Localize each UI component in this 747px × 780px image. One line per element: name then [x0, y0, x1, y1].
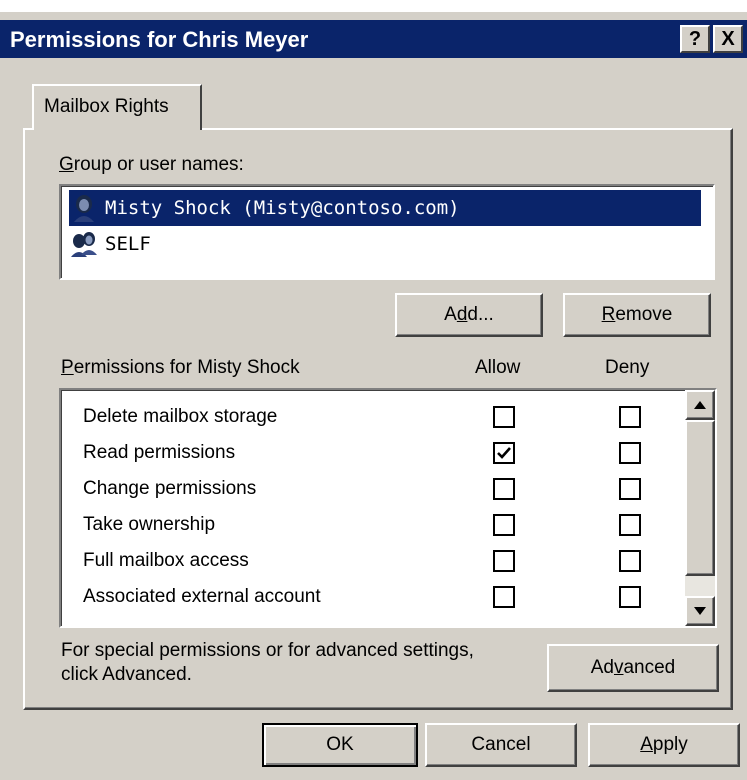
arrow-up-icon — [694, 401, 706, 409]
permissions-header: Permissions for Misty Shock — [61, 357, 300, 378]
deny-checkbox[interactable] — [619, 406, 641, 428]
allow-checkbox[interactable] — [493, 514, 515, 536]
permissions-list[interactable]: Delete mailbox storage Read permissions … — [59, 388, 717, 628]
allow-checkbox[interactable] — [493, 478, 515, 500]
remove-button[interactable]: Remove — [563, 293, 711, 337]
allow-checkbox[interactable] — [493, 586, 515, 608]
user-item-label: Misty Shock (Misty@contoso.com) — [105, 197, 460, 219]
deny-checkbox[interactable] — [619, 442, 641, 464]
permission-label: Delete mailbox storage — [83, 406, 278, 427]
tab-panel: Group or user names: Misty Shock (Misty@… — [23, 128, 733, 710]
apply-button[interactable]: Apply — [588, 723, 740, 767]
tab-label: Mailbox Rights — [44, 96, 169, 117]
scroll-up-button[interactable] — [685, 390, 715, 420]
permission-row: Full mailbox access — [83, 544, 683, 580]
deny-checkbox[interactable] — [619, 586, 641, 608]
allow-checkbox[interactable] — [493, 442, 515, 464]
permissions-dialog: Permissions for Chris Meyer ? X Mailbox … — [0, 12, 747, 780]
deny-checkbox[interactable] — [619, 514, 641, 536]
user-icon — [74, 195, 94, 222]
vertical-scrollbar[interactable] — [685, 390, 715, 626]
arrow-down-icon — [694, 607, 706, 615]
special-permissions-note-line2: click Advanced. — [61, 664, 192, 685]
permission-row: Take ownership — [83, 508, 683, 544]
cancel-button[interactable]: Cancel — [425, 723, 577, 767]
user-list[interactable]: Misty Shock (Misty@contoso.com) SELF — [59, 184, 715, 280]
permission-label: Full mailbox access — [83, 550, 249, 571]
help-button[interactable]: ? — [680, 25, 710, 53]
scroll-down-button[interactable] — [685, 596, 715, 626]
user-item-label: SELF — [105, 233, 151, 255]
deny-column-header: Deny — [605, 357, 650, 378]
permission-row: Associated external account — [83, 580, 683, 616]
window-title: Permissions for Chris Meyer — [10, 27, 309, 52]
allow-column-header: Allow — [475, 357, 521, 378]
help-icon: ? — [688, 27, 702, 50]
scroll-thumb[interactable] — [685, 420, 715, 576]
permission-row: Delete mailbox storage — [83, 400, 683, 436]
users-label: Group or user names: — [59, 154, 244, 175]
allow-checkbox[interactable] — [493, 550, 515, 572]
close-button[interactable]: X — [713, 25, 743, 53]
deny-checkbox[interactable] — [619, 550, 641, 572]
close-icon: X — [721, 27, 735, 50]
title-bar: Permissions for Chris Meyer ? X — [0, 20, 747, 58]
tab-mailbox-rights[interactable]: Mailbox Rights — [32, 84, 202, 130]
special-permissions-note: For special permissions or for advanced … — [61, 640, 474, 661]
permission-label: Take ownership — [83, 514, 216, 535]
permission-label: Associated external account — [83, 586, 321, 607]
ok-button[interactable]: OK — [262, 723, 418, 767]
user-item-self[interactable]: SELF — [69, 226, 151, 262]
permission-label: Change permissions — [83, 478, 257, 499]
advanced-button[interactable]: Ad v anced — [547, 644, 719, 692]
permission-row: Read permissions — [83, 436, 683, 472]
user-item-misty-shock[interactable]: Misty Shock (Misty@contoso.com) — [69, 190, 701, 226]
allow-checkbox[interactable] — [493, 406, 515, 428]
deny-checkbox[interactable] — [619, 478, 641, 500]
permission-row: Change permissions — [83, 472, 683, 508]
permission-label: Read permissions — [83, 442, 236, 463]
checkmark-icon — [497, 447, 511, 459]
add-button[interactable]: Ad d... — [395, 293, 543, 337]
group-icon — [71, 232, 97, 257]
